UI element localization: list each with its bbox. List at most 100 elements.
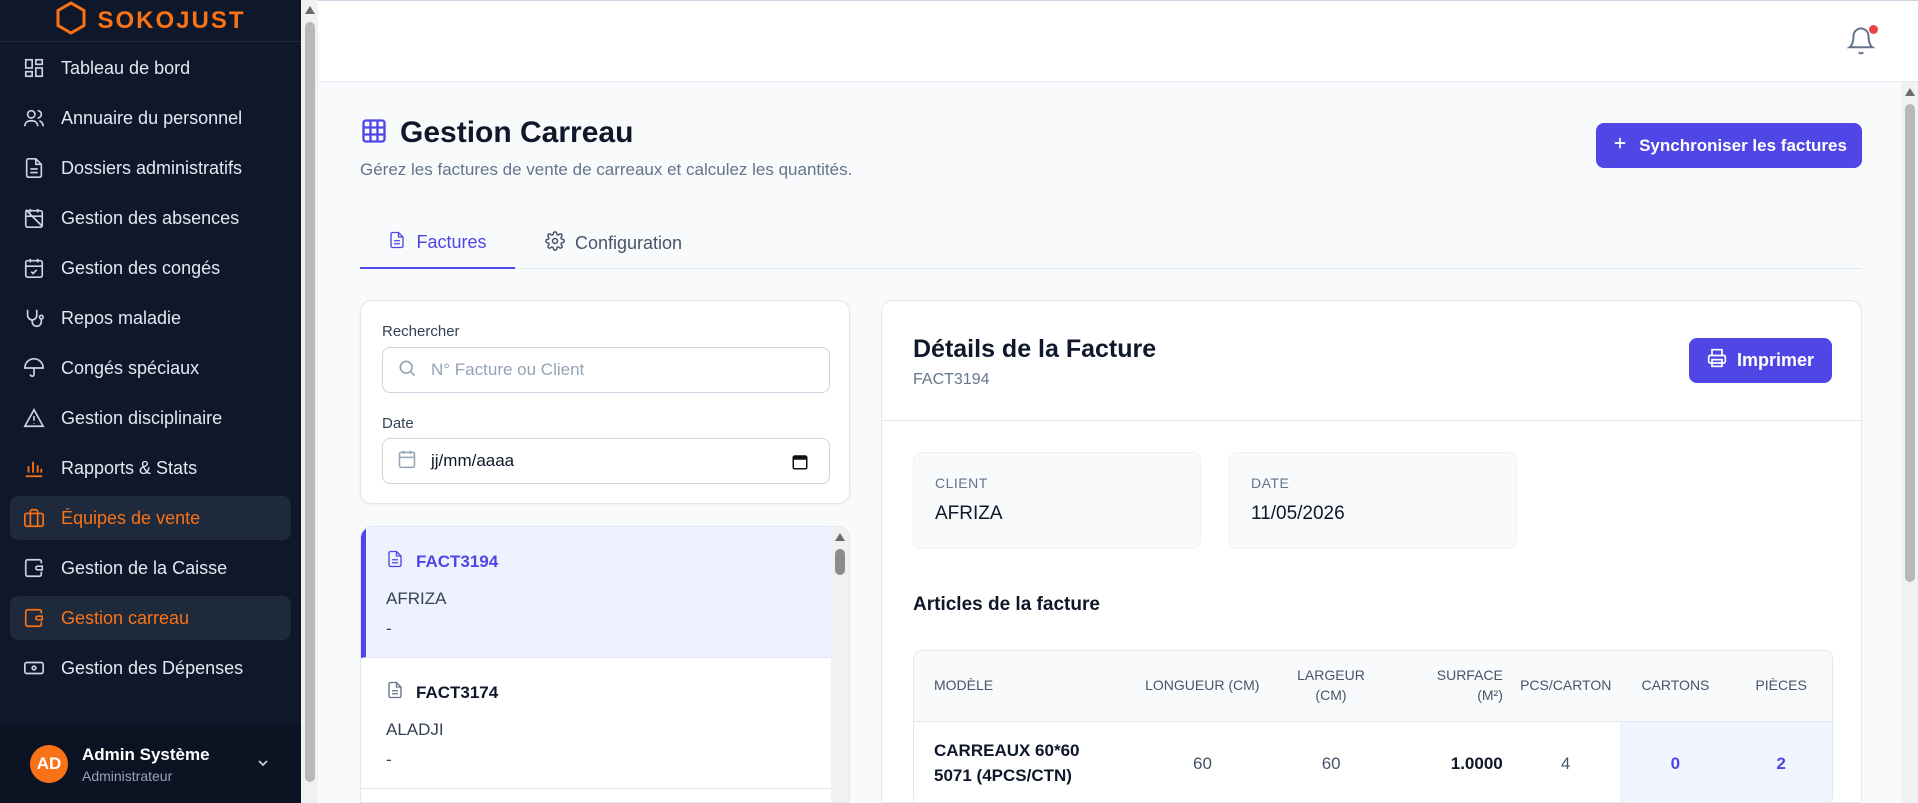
tab-configuration[interactable]: Configuration — [545, 218, 682, 269]
column-header: LARGEUR (CM) — [1297, 667, 1365, 703]
invoice-list-item[interactable]: FACT3194 AFRIZA - — [361, 527, 831, 658]
sidebar-item-depenses[interactable]: Gestion des Dépenses — [10, 646, 291, 690]
column-header: MODÈLE — [934, 677, 994, 694]
main-scrollbar[interactable] — [1901, 82, 1918, 803]
sidebar-item-absences[interactable]: Gestion des absences — [10, 196, 291, 240]
invoice-id: FACT3174 — [416, 682, 499, 702]
page-subtitle: Gérez les factures de vente de carreaux … — [360, 160, 853, 179]
sidebar-item-conges-speciaux[interactable]: Congés spéciaux — [10, 346, 291, 390]
briefcase-icon — [22, 506, 46, 530]
sidebar-item-gestion-carreau[interactable]: Gestion carreau — [10, 596, 291, 640]
invoice-extra: - — [386, 619, 392, 638]
table-row: CARREAUX 60*60 5071 (4PCS/CTN) 60 60 1.0… — [914, 722, 1832, 802]
sidebar-item-label: Annuaire du personnel — [61, 107, 243, 128]
user-role: Administrateur — [82, 767, 173, 784]
tab-label: Factures — [416, 232, 487, 252]
top-bar — [318, 0, 1918, 82]
invoice-details-card: Détails de la Facture FACT3194 Imprimer … — [881, 300, 1862, 803]
users-icon — [22, 106, 46, 130]
scroll-up-arrow-icon[interactable] — [305, 6, 315, 14]
sidebar-item-caisse[interactable]: Gestion de la Caisse — [10, 546, 291, 590]
client-value: AFRIZA — [935, 503, 1003, 524]
tabs: Factures Configuration — [360, 218, 1862, 269]
column-header: SURFACE (M²) — [1436, 667, 1503, 703]
sidebar-item-rapports[interactable]: Rapports & Stats — [10, 446, 291, 490]
date-info-box: DATE 11/05/2026 — [1229, 452, 1517, 549]
scrollbar-thumb[interactable] — [835, 549, 845, 575]
column-header: PIÈCES — [1730, 651, 1832, 721]
cell-model: CARREAUX 60*60 5071 (4PCS/CTN) — [934, 740, 1080, 785]
sidebar-item-dossiers[interactable]: Dossiers administratifs — [10, 146, 291, 190]
search-input[interactable]: N° Facture ou Client — [382, 347, 830, 393]
scrollbar-thumb[interactable] — [1905, 104, 1915, 582]
file-text-icon — [388, 230, 406, 255]
wallet-icon — [22, 556, 46, 580]
brand[interactable]: SOKOJUST — [0, 0, 301, 42]
cell-pieces: 2 — [1730, 722, 1832, 802]
user-menu[interactable]: AD Admin Système Administrateur — [0, 725, 301, 803]
gear-icon — [545, 231, 565, 256]
sidebar-item-equipes-vente[interactable]: Équipes de vente — [10, 496, 291, 540]
sync-button-label: Synchroniser les factures — [1639, 135, 1847, 155]
calendar-off-icon — [22, 206, 46, 230]
invoice-id: FACT3194 — [416, 551, 499, 571]
date-picker-icon[interactable] — [791, 453, 809, 476]
cell-largeur: 60 — [1321, 753, 1341, 773]
articles-table: MODÈLE LONGUEUR (CM) LARGEUR (CM) SURFAC… — [913, 650, 1833, 802]
date-value: jj/mm/aaaa — [431, 451, 515, 470]
table-header: MODÈLE LONGUEUR (CM) LARGEUR (CM) SURFAC… — [914, 651, 1832, 722]
sidebar-item-tableau-de-bord[interactable]: Tableau de bord — [10, 46, 291, 90]
avatar: AD — [30, 745, 68, 783]
sidebar-item-repos-maladie[interactable]: Repos maladie — [10, 296, 291, 340]
sidebar: SOKOJUST Tableau de bord Annuaire du per… — [0, 0, 301, 803]
print-button-label: Imprimer — [1736, 350, 1815, 370]
print-button[interactable]: Imprimer — [1689, 338, 1832, 383]
user-name: Admin Système — [82, 744, 210, 764]
page-header: Gestion Carreau — [360, 116, 633, 150]
chevron-down-icon[interactable] — [255, 755, 271, 776]
date-input[interactable]: jj/mm/aaaa — [382, 438, 830, 484]
date-label: DATE — [1251, 475, 1290, 491]
tab-factures[interactable]: Factures — [360, 218, 515, 269]
column-header: CARTONS — [1620, 651, 1731, 721]
bell-icon — [1846, 27, 1876, 61]
sidebar-item-label: Rapports & Stats — [61, 457, 198, 478]
dashboard-icon — [22, 56, 46, 80]
details-title: Détails de la Facture — [913, 335, 1157, 363]
details-invoice-id: FACT3194 — [913, 371, 990, 388]
brand-name: SOKOJUST — [97, 6, 246, 34]
sync-invoices-button[interactable]: Synchroniser les factures — [1596, 123, 1862, 168]
scroll-up-arrow-icon[interactable] — [1905, 88, 1915, 96]
file-text-icon — [386, 549, 404, 574]
search-label: Rechercher — [382, 323, 460, 340]
date-value: 11/05/2026 — [1251, 503, 1345, 524]
calendar-check-icon — [22, 256, 46, 280]
notification-button[interactable] — [1846, 25, 1878, 59]
sidebar-item-conges[interactable]: Gestion des congés — [10, 246, 291, 290]
bar-chart-icon — [22, 456, 46, 480]
cell-pcs-carton: 4 — [1560, 753, 1571, 773]
sidebar-item-label: Gestion des Dépenses — [61, 657, 244, 678]
sidebar-item-label: Dossiers administratifs — [61, 157, 243, 178]
sidebar-item-annuaire[interactable]: Annuaire du personnel — [10, 96, 291, 140]
column-header: LONGUEUR (CM) — [1145, 677, 1260, 694]
sidebar-item-label: Gestion disciplinaire — [61, 407, 223, 428]
invoice-id-row: FACT3174 — [386, 680, 498, 705]
sidebar-item-label: Gestion des congés — [61, 257, 221, 278]
stethoscope-icon — [22, 306, 46, 330]
file-text-icon — [386, 680, 404, 705]
invoice-client: ALADJI — [386, 720, 444, 739]
sidebar-item-label: Tableau de bord — [61, 57, 191, 78]
sidebar-scrollbar[interactable] — [301, 0, 318, 803]
scroll-up-arrow-icon[interactable] — [835, 533, 845, 541]
list-scrollbar[interactable] — [831, 527, 849, 802]
plus-icon — [1611, 134, 1629, 157]
invoice-list: FACT3194 AFRIZA - FACT3174 ALADJI - — [360, 526, 850, 803]
search-placeholder: N° Facture ou Client — [431, 360, 585, 379]
sidebar-item-disciplinaire[interactable]: Gestion disciplinaire — [10, 396, 291, 440]
banknote-icon — [22, 656, 46, 680]
cell-surface: 1.0000 — [1450, 753, 1503, 773]
invoice-list-item[interactable]: FACT3174 ALADJI - — [361, 658, 831, 789]
scrollbar-thumb[interactable] — [305, 22, 315, 782]
invoice-id-row: FACT3194 — [386, 549, 498, 574]
